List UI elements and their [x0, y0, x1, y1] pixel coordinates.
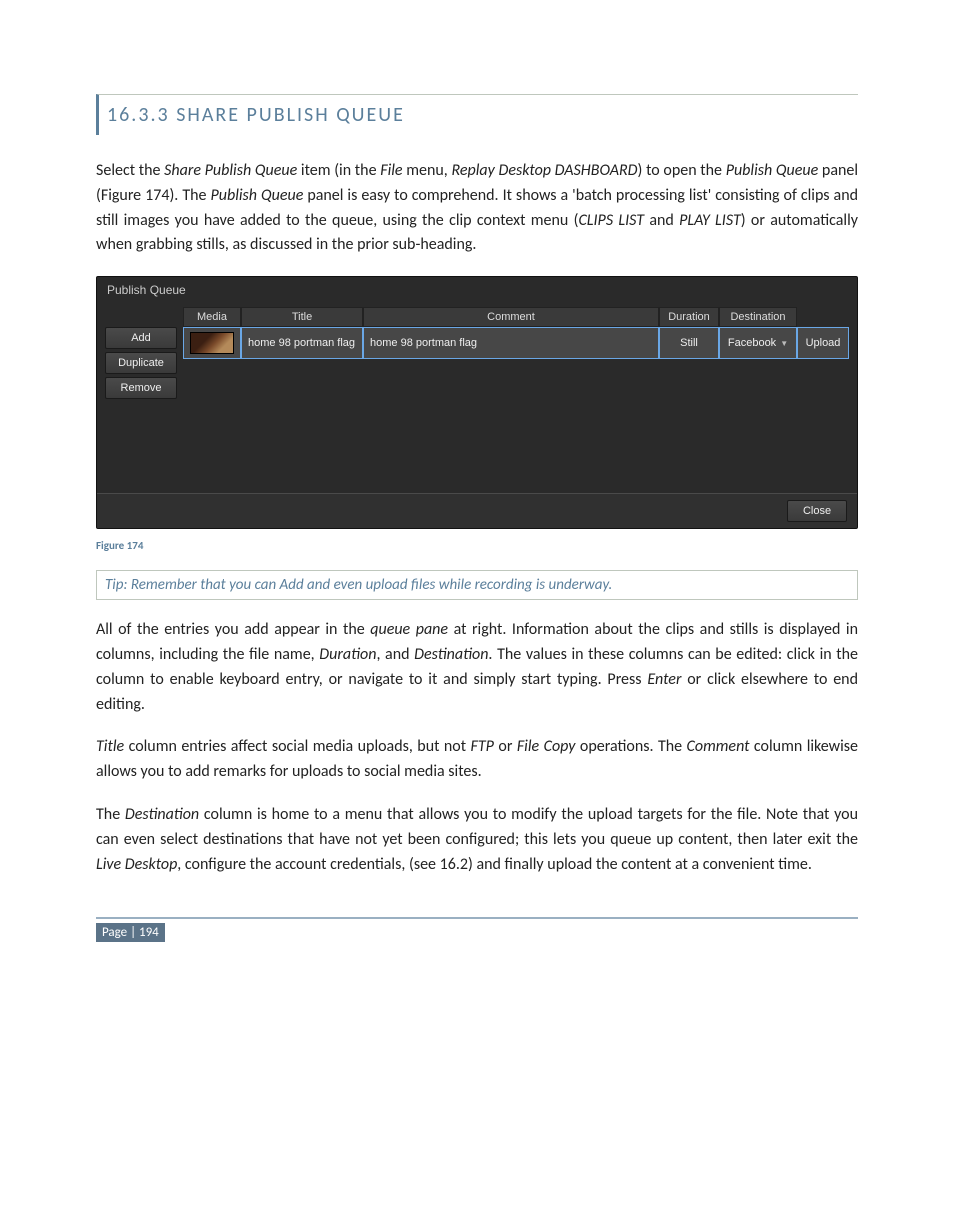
section-title-text: SHARE PUBLISH QUEUE: [176, 103, 405, 127]
paragraph-1: Select the Share Publish Queue item (in …: [96, 159, 858, 258]
destination-value: Facebook: [728, 337, 776, 349]
tip-box: Tip: Remember that you can Add and even …: [96, 570, 858, 600]
header-destination: Destination: [719, 307, 797, 327]
section-number: 16.3.3: [107, 103, 170, 127]
footer-rule: [96, 917, 858, 919]
table-row[interactable]: home 98 portman flag home 98 portman fla…: [183, 327, 849, 359]
paragraph-3: Title column entries affect social media…: [96, 735, 858, 785]
queue-table: Media Title Comment Duration Destination…: [183, 307, 849, 489]
table-empty-area: [183, 359, 849, 489]
paragraph-2: All of the entries you add appear in the…: [96, 618, 858, 717]
header-title: Title: [241, 307, 363, 327]
header-duration: Duration: [659, 307, 719, 327]
dropdown-arrow-icon: ▼: [780, 339, 788, 348]
cell-title[interactable]: home 98 portman flag: [241, 327, 363, 359]
page-number: Page | 194: [96, 923, 165, 942]
cell-comment[interactable]: home 98 portman flag: [363, 327, 659, 359]
header-upload-spacer: [797, 307, 849, 327]
publish-queue-panel: Publish Queue Add Duplicate Remove Media…: [96, 276, 858, 529]
media-thumbnail: [190, 332, 234, 354]
panel-footer: Close: [97, 493, 857, 528]
upload-button[interactable]: Upload: [797, 327, 849, 359]
figure-caption: Figure 174: [96, 539, 858, 552]
panel-title: Publish Queue: [97, 277, 857, 307]
add-button[interactable]: Add: [105, 327, 177, 349]
cell-duration[interactable]: Still: [659, 327, 719, 359]
table-header-row: Media Title Comment Duration Destination: [183, 307, 849, 327]
section-heading-box: 16.3.3 SHARE PUBLISH QUEUE: [96, 94, 858, 135]
header-media: Media: [183, 307, 241, 327]
panel-sidebar: Add Duplicate Remove: [105, 307, 177, 489]
close-button[interactable]: Close: [787, 500, 847, 522]
header-comment: Comment: [363, 307, 659, 327]
paragraph-4: The Destination column is home to a menu…: [96, 803, 858, 877]
remove-button[interactable]: Remove: [105, 377, 177, 399]
section-heading: 16.3.3 SHARE PUBLISH QUEUE: [107, 103, 858, 127]
cell-media[interactable]: [183, 327, 241, 359]
cell-destination[interactable]: Facebook ▼: [719, 327, 797, 359]
duplicate-button[interactable]: Duplicate: [105, 352, 177, 374]
